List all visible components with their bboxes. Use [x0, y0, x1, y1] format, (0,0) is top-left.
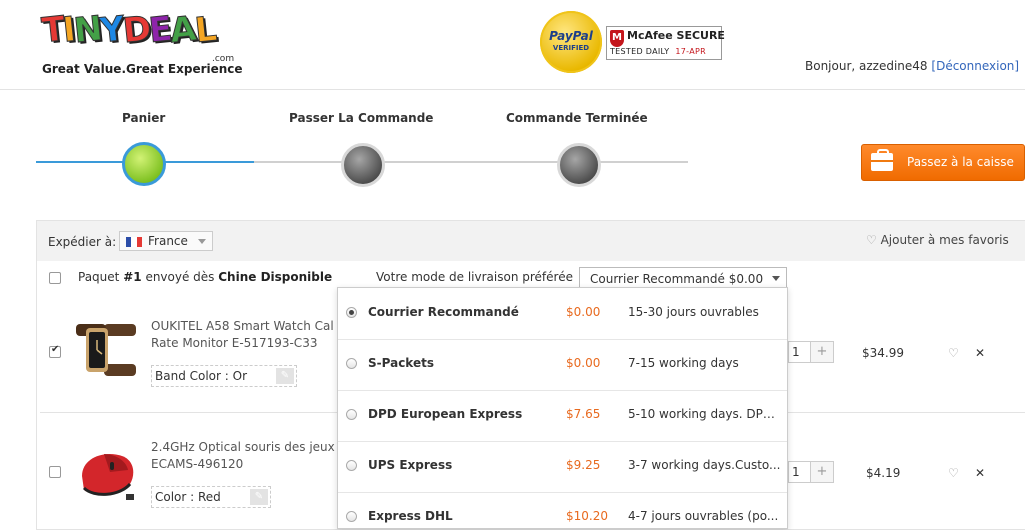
- step-order-indicator: [341, 143, 385, 187]
- step-done-label: Commande Terminée: [506, 111, 648, 125]
- step-cart-indicator: [122, 142, 166, 186]
- radio-button[interactable]: [346, 358, 357, 369]
- paypal-verified-label: VERIFIED: [552, 44, 590, 52]
- shipping-option-name: Courrier Recommandé: [368, 305, 519, 319]
- product-image-watch[interactable]: [74, 318, 138, 382]
- add-to-favorites-label: Ajouter à mes favoris: [880, 233, 1009, 247]
- package-middle: envoyé dès: [145, 270, 215, 284]
- edit-pencil-icon[interactable]: ✎: [250, 489, 268, 505]
- shipping-option[interactable]: Express DHL $10.20 4-7 jours ouvrables (…: [338, 492, 787, 528]
- edit-pencil-icon[interactable]: ✎: [276, 368, 294, 384]
- product-name[interactable]: OUKITEL A58 Smart Watch Cal Rate Monitor…: [151, 318, 337, 352]
- item-price: $34.99: [862, 346, 904, 360]
- ship-to-label: Expédier à:: [48, 235, 117, 249]
- shipping-option-name: UPS Express: [368, 458, 453, 472]
- checkout-button[interactable]: Passez à la caisse: [861, 144, 1025, 181]
- shipping-option[interactable]: DPD European Express $7.65 5-10 working …: [338, 390, 787, 442]
- product-name-line2: Rate Monitor E-517193-C33: [151, 336, 318, 350]
- step-cart-label: Panier: [122, 111, 166, 125]
- package-origin: Chine Disponible: [218, 270, 333, 284]
- product-name-line1: OUKITEL A58 Smart Watch Cal: [151, 319, 334, 333]
- checkout-button-label: Passez à la caisse: [907, 155, 1014, 169]
- tagline: Great Value.Great Experience: [42, 62, 243, 76]
- step-order-label: Passer La Commande: [289, 111, 434, 125]
- shopping-bag-icon: [871, 149, 893, 171]
- shipping-option-delay: 3-7 working days.Custo...: [628, 458, 781, 472]
- heart-icon[interactable]: ♡: [948, 466, 959, 480]
- item-checkbox[interactable]: [49, 344, 61, 358]
- shipping-option-delay: 4-7 jours ouvrables (po...: [628, 509, 779, 523]
- shipping-option-name: Express DHL: [368, 509, 453, 523]
- product-attribute[interactable]: Band Color : Or ✎: [151, 365, 297, 387]
- shipping-option-delay: 15-30 jours ouvrables: [628, 305, 759, 319]
- shipping-option[interactable]: S-Packets $0.00 7-15 working days: [338, 339, 787, 391]
- quantity-stepper[interactable]: 1 +: [788, 341, 834, 363]
- shipping-option-price: $0.00: [566, 356, 601, 370]
- package-number: #1: [123, 270, 142, 284]
- shipping-option-price: $9.25: [566, 458, 601, 472]
- item-checkbox[interactable]: [49, 466, 61, 478]
- shipping-mode-value: Courrier Recommandé $0.00: [590, 272, 764, 286]
- plus-icon[interactable]: +: [810, 462, 833, 482]
- close-icon[interactable]: ✕: [975, 346, 985, 360]
- country-value: France: [148, 234, 188, 248]
- shipping-option[interactable]: UPS Express $9.25 3-7 working days.Custo…: [338, 441, 787, 493]
- package-checkbox[interactable]: [49, 272, 61, 284]
- radio-button[interactable]: [346, 460, 357, 471]
- product-attribute[interactable]: Color : Red ✎: [151, 486, 271, 508]
- step-done-indicator: [557, 143, 601, 187]
- item-price: $4.19: [866, 466, 901, 480]
- add-to-favorites-link[interactable]: ♡ Ajouter à mes favoris: [866, 233, 1009, 247]
- paypal-verified-badge[interactable]: PayPal VERIFIED: [540, 11, 602, 73]
- shipping-option-name: DPD European Express: [368, 407, 523, 421]
- product-attribute-value: Band Color : Or: [155, 369, 248, 383]
- quantity-stepper[interactable]: 1 +: [788, 461, 834, 483]
- shipping-option-name: S-Packets: [368, 356, 434, 370]
- product-name-line2: ECAMS-496120: [151, 457, 244, 471]
- shipping-options-dropdown[interactable]: Courrier Recommandé $0.00 15-30 jours ou…: [337, 287, 788, 529]
- shipping-option-price: $7.65: [566, 407, 601, 421]
- mcafee-tested-line: TESTED DAILY 17-APR: [610, 47, 706, 56]
- progress-line-pending: [254, 161, 688, 163]
- radio-button[interactable]: [346, 307, 357, 318]
- mcafee-date: 17-APR: [675, 47, 706, 56]
- product-name-line1: 2.4GHz Optical souris des jeux: [151, 440, 335, 454]
- mcafee-secure-badge[interactable]: M McAfee SECURE TESTED DAILY 17-APR: [606, 26, 725, 60]
- shipping-mode-label: Votre mode de livraison préférée: [376, 270, 573, 284]
- tinydeal-logo[interactable]: TINYDEAL: [39, 8, 218, 62]
- mcafee-name: McAfee SECURE: [627, 29, 725, 42]
- package-prefix: Paquet: [78, 270, 120, 284]
- shipping-option-delay: 7-15 working days: [628, 356, 739, 370]
- logout-link[interactable]: [Déconnexion]: [931, 59, 1019, 73]
- radio-button[interactable]: [346, 511, 357, 522]
- product-attribute-value: Color : Red: [155, 490, 221, 504]
- header-divider: [0, 89, 1025, 90]
- quantity-value[interactable]: 1: [792, 345, 800, 359]
- close-icon[interactable]: ✕: [975, 466, 985, 480]
- france-flag-icon: [126, 237, 142, 247]
- heart-icon: ♡: [866, 233, 877, 247]
- shipping-option-delay: 5-10 working days. DPD...: [628, 407, 783, 421]
- plus-icon[interactable]: +: [810, 342, 833, 362]
- product-image-mouse[interactable]: [74, 440, 138, 504]
- chevron-down-icon: [198, 239, 206, 244]
- shipping-option-price: $0.00: [566, 305, 601, 319]
- product-name[interactable]: 2.4GHz Optical souris des jeux ECAMS-496…: [151, 439, 337, 473]
- country-select[interactable]: France: [119, 231, 213, 251]
- user-greeting: Bonjour, azzedine48: [805, 59, 928, 73]
- paypal-name: PayPal: [549, 29, 593, 43]
- shipping-option[interactable]: Courrier Recommandé $0.00 15-30 jours ou…: [338, 288, 787, 340]
- user-greeting-bar: Bonjour, azzedine48 [Déconnexion]: [805, 59, 1019, 73]
- logo-letter: L: [192, 8, 219, 52]
- heart-icon[interactable]: ♡: [948, 346, 959, 360]
- package-info: Paquet #1 envoyé dès Chine Disponible: [78, 270, 332, 284]
- mcafee-tested-label: TESTED DAILY: [610, 47, 670, 56]
- radio-button[interactable]: [346, 409, 357, 420]
- mcafee-shield-icon: M: [610, 30, 624, 47]
- quantity-value[interactable]: 1: [792, 465, 800, 479]
- shipping-option-price: $10.20: [566, 509, 608, 523]
- chevron-down-icon: [772, 276, 780, 281]
